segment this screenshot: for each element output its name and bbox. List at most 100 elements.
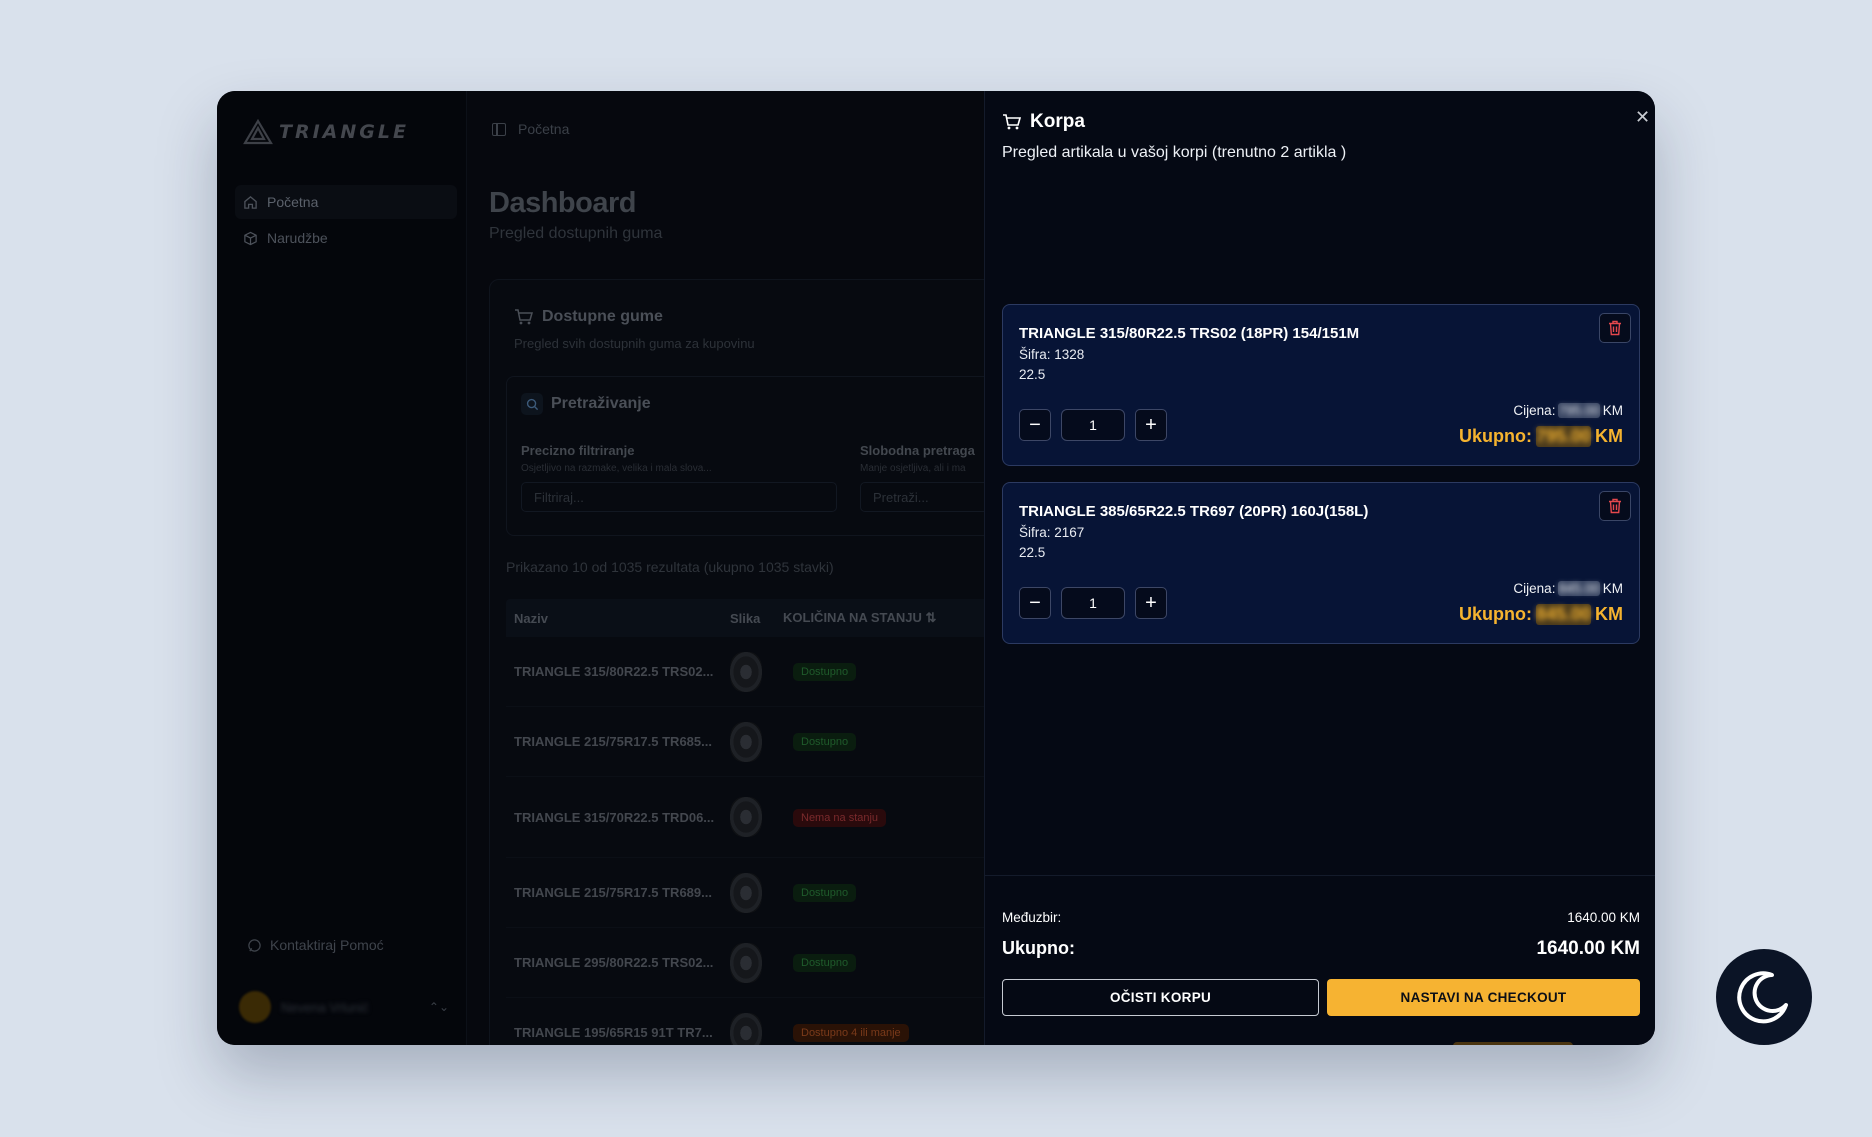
- cart-item: TRIANGLE 315/80R22.5 TRS02 (18PR) 154/15…: [1002, 304, 1640, 466]
- clear-cart-button[interactable]: OČISTI KORPU: [1002, 979, 1319, 1016]
- item-total-label: Ukupno:: [1458, 604, 1532, 624]
- tyre-thumbnail: [730, 1012, 762, 1045]
- minus-icon[interactable]: −: [1019, 587, 1051, 619]
- sort-icon[interactable]: ⇅: [926, 610, 937, 625]
- total-row: Ukupno: 1640.00 KM: [1002, 938, 1640, 960]
- price-value: 795.00: [1558, 403, 1600, 418]
- item-total-currency: KM: [1595, 426, 1623, 446]
- status-badge: Dostupno: [793, 954, 857, 972]
- cart-item-code: Šifra: 1328: [1019, 347, 1085, 362]
- precise-filter-label: Precizno filtriranje: [521, 443, 635, 458]
- tyre-thumbnail: [730, 942, 762, 983]
- triangle-logo-icon: [243, 119, 273, 145]
- theme-toggle-button[interactable]: [1716, 949, 1812, 1045]
- tyre-name: TRIANGLE 315/70R22.5 TRD06...: [514, 809, 715, 825]
- tyre-image: [730, 1012, 783, 1045]
- sidebar-item-pocetna[interactable]: Početna: [235, 185, 457, 219]
- status-badge: Dostupno: [793, 733, 857, 751]
- cart-item-price: Cijena: 795.00 KM: [1513, 403, 1623, 418]
- checkout-button[interactable]: NASTAVI NA CHECKOUT: [1327, 979, 1640, 1016]
- cart-summary: Međuzbir: 1640.00 KM Ukupno: 1640.00 KM …: [985, 875, 1655, 1045]
- price-label: Cijena:: [1513, 581, 1556, 596]
- sidebar-toggle-icon[interactable]: [492, 122, 506, 136]
- status-badge: Nema na stanju: [793, 808, 887, 827]
- column-header-naziv[interactable]: Naziv: [506, 611, 730, 626]
- cart-item-size: 22.5: [1019, 367, 1046, 382]
- tyre-name: TRIANGLE 195/65R15 91T TR7...: [514, 1025, 713, 1040]
- cart-item-size: 22.5: [1019, 545, 1046, 560]
- user-menu[interactable]: Nevena Vrlunić ⌃⌄: [239, 987, 449, 1027]
- price-label: Cijena:: [1513, 403, 1556, 418]
- status-badge: Dostupno 4 ili manje: [793, 1024, 909, 1042]
- cart-item-code: Šifra: 2167: [1019, 525, 1085, 540]
- logo[interactable]: TRIANGLE: [243, 119, 409, 145]
- precise-filter-input[interactable]: Filtriraj...: [521, 482, 837, 512]
- status-badge: Dostupno: [793, 663, 857, 681]
- card-subtitle: Pregled svih dostupnih guma za kupovinu: [514, 336, 755, 351]
- price-currency: KM: [1602, 403, 1623, 418]
- tyre-image: [730, 872, 783, 913]
- card-title: Dostupne gume: [514, 308, 663, 326]
- cart-icon: [1003, 114, 1022, 130]
- cart-item-name: TRIANGLE 315/80R22.5 TRS02 (18PR) 154/15…: [1019, 325, 1360, 342]
- app-window: TRIANGLE Početna Narudžbe Kontaktiraj Po…: [217, 91, 1655, 1045]
- total-value: 1640.00 KM: [1536, 938, 1640, 959]
- cart-drawer: Korpa Pregled artikala u vašoj korpi (tr…: [984, 91, 1655, 1045]
- cart-subtitle: Pregled artikala u vašoj korpi (trenutno…: [1002, 144, 1347, 161]
- chevron-up-down-icon: ⌃⌄: [428, 1000, 449, 1014]
- message-icon: [248, 938, 261, 952]
- tyre-name: TRIANGLE 295/80R22.5 TRS02...: [514, 955, 714, 970]
- column-header-slika: Slika: [730, 610, 761, 626]
- plus-icon[interactable]: +: [1135, 587, 1167, 619]
- cart-item: TRIANGLE 385/65R22.5 TR697 (20PR) 160J(1…: [1002, 482, 1640, 644]
- tyre-image: [730, 942, 783, 983]
- results-count: Prikazano 10 od 1035 rezultata (ukupno 1…: [506, 559, 834, 575]
- precise-filter: Precizno filtriranje Osjetljivo na razma…: [521, 443, 837, 512]
- sidebar: TRIANGLE Početna Narudžbe Kontaktiraj Po…: [217, 91, 467, 1045]
- tyre-image: [730, 651, 783, 692]
- breadcrumb[interactable]: Početna: [518, 121, 569, 137]
- cart-icon: [515, 309, 533, 325]
- item-total-label: Ukupno:: [1458, 426, 1532, 446]
- sidebar-nav: Početna Narudžbe: [235, 185, 457, 257]
- price-currency: KM: [1602, 581, 1623, 596]
- quantity-input[interactable]: 1: [1061, 409, 1125, 441]
- tyre-thumbnail: [730, 872, 762, 913]
- plus-icon[interactable]: +: [1135, 409, 1167, 441]
- cart-item-total: Ukupno: 795.00 KM: [1459, 426, 1623, 447]
- package-icon: [244, 231, 257, 245]
- subtotal-value: 1640.00 KM: [1567, 910, 1640, 925]
- avatar: [239, 991, 271, 1023]
- hidden-button-edge: [1453, 1042, 1573, 1045]
- item-total-value: 845.00: [1535, 604, 1591, 624]
- page-title: Dashboard: [489, 187, 636, 219]
- tyre-name: TRIANGLE 215/75R17.5 TR689...: [514, 885, 712, 900]
- card-title-text: Dostupne gume: [542, 308, 663, 325]
- precise-filter-hint: Osjetljivo na razmake, velika i mala slo…: [521, 463, 712, 474]
- sidebar-item-narudzbe[interactable]: Narudžbe: [235, 221, 457, 255]
- search-icon: [521, 393, 543, 415]
- trash-icon[interactable]: [1599, 313, 1631, 343]
- cart-item-total: Ukupno: 845.00 KM: [1459, 604, 1623, 625]
- status-badge: Dostupno: [793, 884, 857, 902]
- trash-icon[interactable]: [1599, 491, 1631, 521]
- item-total-value: 795.00: [1535, 426, 1591, 446]
- close-icon[interactable]: ✕: [1635, 107, 1650, 128]
- tyre-image: [730, 721, 783, 762]
- help-link[interactable]: Kontaktiraj Pomoć: [247, 937, 384, 953]
- tyre-name: TRIANGLE 215/75R17.5 TR685...: [514, 734, 712, 749]
- subtotal-row: Međuzbir: 1640.00 KM: [1002, 910, 1640, 925]
- quantity-input[interactable]: 1: [1061, 587, 1125, 619]
- column-header-kolicina-label: KOLIČINA NA STANJU: [783, 610, 922, 625]
- help-label: Kontaktiraj Pomoć: [270, 937, 384, 953]
- tyre-thumbnail: [730, 721, 762, 762]
- tyre-image: [730, 797, 783, 837]
- minus-icon[interactable]: −: [1019, 409, 1051, 441]
- search-title: Pretraživanje: [551, 395, 651, 412]
- quantity-stepper: −1 +: [1019, 587, 1167, 619]
- page-subtitle: Pregled dostupnih guma: [489, 225, 663, 242]
- tyre-thumbnail: [730, 797, 762, 837]
- quantity-stepper: −1 +: [1019, 409, 1167, 441]
- tyre-thumbnail: [730, 651, 762, 692]
- cart-title: Korpa: [1002, 111, 1085, 133]
